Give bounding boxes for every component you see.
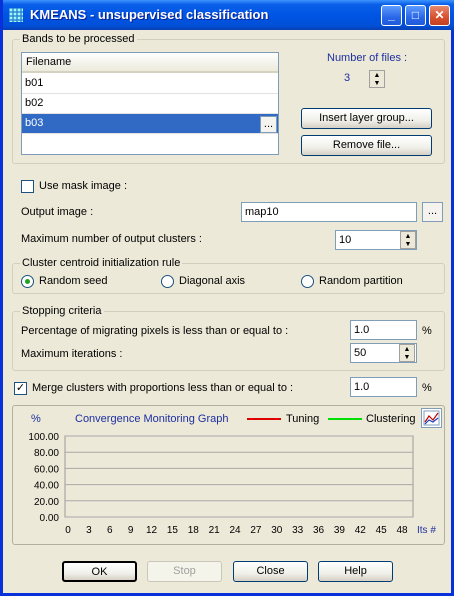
max-iterations-label: Maximum iterations : xyxy=(21,348,123,360)
diagonal-axis-label: Diagonal axis xyxy=(179,275,246,287)
tuning-legend-label: Tuning xyxy=(286,413,320,425)
random-partition-label: Random partition xyxy=(319,275,403,287)
use-mask-label: Use mask image : xyxy=(39,180,128,192)
merge-clusters-checkbox[interactable]: ✓ xyxy=(14,382,27,395)
init-rule-group-label: Cluster centroid initialization rule xyxy=(20,257,183,269)
max-iterations-value: 50 xyxy=(354,347,367,359)
merge-proportion-input[interactable]: 1.0 xyxy=(350,377,417,397)
ok-button[interactable]: OK xyxy=(62,561,137,582)
merge-proportion-unit: % xyxy=(422,382,432,394)
maximize-button[interactable]: □ xyxy=(405,5,426,26)
plot-area xyxy=(64,435,414,518)
max-clusters-spinner[interactable]: ▲ ▼ xyxy=(400,231,416,249)
x-tick-label: 48 xyxy=(396,525,408,536)
spin-down-icon[interactable]: ▼ xyxy=(370,79,384,87)
migrating-pixels-input[interactable]: 1.0 xyxy=(350,320,417,340)
random-partition-radio[interactable] xyxy=(301,275,314,288)
close-button[interactable]: Close xyxy=(233,561,308,582)
spin-up-icon[interactable]: ▲ xyxy=(400,345,414,353)
random-seed-radio[interactable] xyxy=(21,275,34,288)
chart-icon-glyph xyxy=(423,410,440,426)
y-tick-label: 60.00 xyxy=(34,464,59,475)
convergence-graph: 100.0080.0060.0040.0020.000.000 3 6 9 12 15 18… xyxy=(28,432,436,536)
max-iterations-spinner[interactable]: ▲ ▼ xyxy=(399,344,415,362)
max-clusters-value: 10 xyxy=(339,234,352,246)
x-tick-label: 45 xyxy=(376,525,388,536)
file-row-selected[interactable]: b03 xyxy=(22,114,278,134)
x-tick-label: 9 xyxy=(128,525,134,536)
migrating-pixels-label: Percentage of migrating pixels is less t… xyxy=(21,325,289,337)
tuning-legend-line xyxy=(247,418,281,420)
x-tick-label: 15 xyxy=(167,525,179,536)
help-button[interactable]: Help xyxy=(318,561,393,582)
number-of-files-value: 3 xyxy=(344,72,351,84)
spin-up-icon[interactable]: ▲ xyxy=(370,71,384,79)
bands-group-label: Bands to be processed xyxy=(20,33,137,45)
output-image-browse-button[interactable]: ... xyxy=(422,202,443,222)
clustering-legend-line xyxy=(328,418,362,420)
x-tick-label: 21 xyxy=(209,525,221,536)
x-tick-label: 42 xyxy=(355,525,367,536)
diagonal-axis-radio[interactable] xyxy=(161,275,174,288)
stopping-group-label: Stopping criteria xyxy=(20,305,104,317)
title-bar[interactable]: KMEANS - unsupervised classification _ □… xyxy=(3,0,454,30)
stop-button[interactable]: Stop xyxy=(147,561,222,582)
x-tick-label: 18 xyxy=(188,525,200,536)
x-tick-label: 24 xyxy=(229,525,241,536)
x-tick-label: 39 xyxy=(334,525,346,536)
x-tick-label: 36 xyxy=(313,525,325,536)
spin-down-icon[interactable]: ▼ xyxy=(401,240,415,248)
x-tick-label: 27 xyxy=(250,525,262,536)
x-tick-label: 33 xyxy=(292,525,304,536)
y-tick-label: 0.00 xyxy=(40,513,60,524)
file-row[interactable]: b01 xyxy=(22,74,278,94)
output-image-input[interactable]: map10 xyxy=(241,202,417,222)
y-tick-label: 40.00 xyxy=(34,481,59,492)
kmeans-window: KMEANS - unsupervised classification _ □… xyxy=(0,0,454,596)
x-tick-label: 6 xyxy=(107,525,113,536)
x-tick-label: 3 xyxy=(86,525,92,536)
graph-title: Convergence Monitoring Graph xyxy=(75,413,229,425)
clustering-legend-label: Clustering xyxy=(366,413,416,425)
use-mask-checkbox[interactable] xyxy=(21,180,34,193)
y-tick-label: 80.00 xyxy=(34,448,59,459)
merge-clusters-label: Merge clusters with proportions less tha… xyxy=(32,382,294,394)
y-tick-label: 100.00 xyxy=(28,432,59,443)
output-image-label: Output image : xyxy=(21,206,94,218)
browse-file-button[interactable]: ... xyxy=(260,116,277,133)
x-tick-label: 0 xyxy=(65,525,71,536)
spin-down-icon[interactable]: ▼ xyxy=(400,353,414,361)
file-list[interactable]: Filename b01 b02 b03 ... xyxy=(21,52,279,155)
number-of-files-spinner[interactable]: ▲ ▼ xyxy=(369,70,385,88)
random-seed-label: Random seed xyxy=(39,275,108,287)
insert-layer-group-button[interactable]: Insert layer group... xyxy=(301,108,432,129)
graph-unit-label: % xyxy=(31,413,41,425)
y-tick-label: 20.00 xyxy=(34,497,59,508)
x-tick-label: 12 xyxy=(146,525,158,536)
file-row[interactable]: b02 xyxy=(22,94,278,114)
app-icon xyxy=(9,8,23,22)
close-window-button[interactable]: ✕ xyxy=(429,5,450,26)
chart-icon[interactable] xyxy=(421,408,442,428)
number-of-files-label: Number of files : xyxy=(327,52,408,64)
spin-up-icon[interactable]: ▲ xyxy=(401,232,415,240)
x-tick-label: 30 xyxy=(271,525,283,536)
remove-file-button[interactable]: Remove file... xyxy=(301,135,432,156)
filename-column-header[interactable]: Filename xyxy=(22,53,278,73)
migrating-pixels-unit: % xyxy=(422,325,432,337)
max-clusters-label: Maximum number of output clusters : xyxy=(21,233,202,245)
window-title: KMEANS - unsupervised classification xyxy=(30,7,269,22)
minimize-button[interactable]: _ xyxy=(381,5,402,26)
x-unit-label: Its # xyxy=(417,525,436,536)
